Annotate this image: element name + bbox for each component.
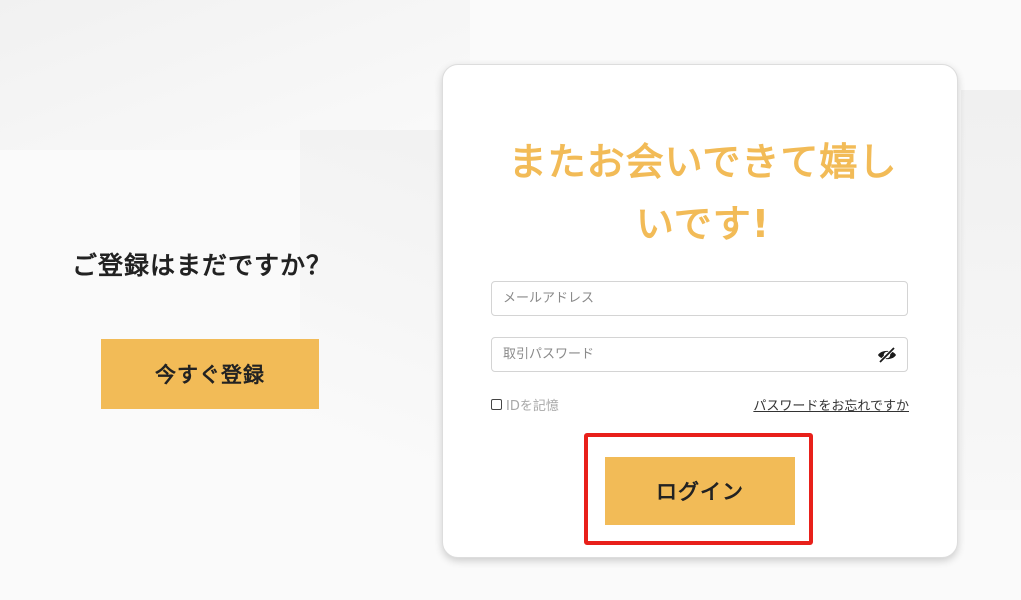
remember-id-checkbox[interactable]: [491, 399, 502, 410]
remember-id-row: IDを記憶: [491, 395, 559, 414]
forgot-password-link[interactable]: パスワードをお忘れですか: [753, 395, 909, 414]
login-card: またお会いできて嬉しいです! IDを記憶 パスワードをお忘れですか ログイン: [442, 64, 958, 558]
remember-id-label[interactable]: IDを記憶: [506, 395, 559, 414]
email-input[interactable]: [492, 282, 907, 315]
register-now-button[interactable]: 今すぐ登録: [101, 339, 319, 409]
background-shape: [961, 90, 1021, 510]
login-button[interactable]: ログイン: [605, 457, 795, 525]
background-shape: [0, 0, 470, 150]
password-field-wrapper: [491, 337, 908, 372]
eye-slash-icon[interactable]: [877, 346, 897, 364]
password-input[interactable]: [492, 338, 907, 371]
login-heading: またお会いできて嬉しいです!: [508, 140, 898, 246]
email-field-wrapper: [491, 281, 908, 316]
register-prompt-text: ご登録はまだですか？: [72, 251, 333, 280]
